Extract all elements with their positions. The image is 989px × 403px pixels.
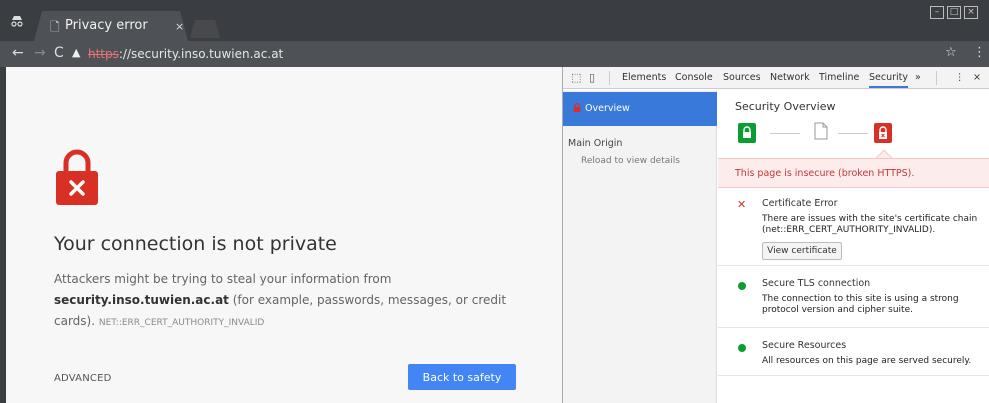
devtools-panel: ⬚ ▯ Elements Console Sources Network Tim…	[562, 67, 989, 403]
sidebar-item-overview[interactable]: Overview	[563, 92, 717, 126]
page-title: Your connection is not private	[54, 233, 337, 255]
tab-network[interactable]: Network	[770, 72, 810, 83]
bookmark-star-icon[interactable]: ☆	[945, 45, 957, 60]
tab-timeline[interactable]: Timeline	[819, 72, 859, 83]
card-title: Secure TLS connection	[762, 278, 871, 289]
host-name: security.inso.tuwien.ac.at	[54, 293, 229, 307]
tab-sources[interactable]: Sources	[723, 72, 761, 83]
incognito-icon	[10, 14, 24, 28]
maximize-icon[interactable]: □	[947, 6, 961, 19]
broken-lock-icon	[56, 149, 98, 205]
document-icon	[814, 122, 828, 140]
device-mode-icon[interactable]: ▯	[589, 71, 595, 84]
error-code: NET::ERR_CERT_AUTHORITY_INVALID	[98, 318, 265, 328]
tab-elements[interactable]: Elements	[622, 72, 666, 83]
secure-lock-icon	[738, 123, 756, 143]
tls-connection-card: Secure TLS connection The connection to …	[718, 266, 989, 328]
insecure-summary: This page is insecure (broken HTTPS).	[718, 158, 989, 188]
secure-dot-icon	[738, 344, 746, 352]
minimize-icon[interactable]: –	[930, 6, 944, 19]
new-tab-button[interactable]	[190, 20, 220, 38]
tab-close-icon[interactable]: ×	[175, 20, 184, 33]
sidebar-item-label: Overview	[585, 103, 630, 114]
back-to-safety-button[interactable]: Back to safety	[408, 364, 516, 390]
menu-dots-icon[interactable]: ⋮	[973, 45, 986, 60]
section-title: Security Overview	[735, 100, 836, 113]
url-text: https://security.inso.tuwien.ac.at	[88, 47, 284, 61]
tab-title: Privacy error	[65, 18, 148, 33]
page-icon: 🗋	[50, 20, 60, 34]
toolbar-divider	[936, 71, 937, 85]
error-x-icon: ✕	[737, 198, 747, 211]
view-certificate-button[interactable]: View certificate	[762, 242, 842, 260]
security-overview: Security Overview This page is insecure …	[718, 90, 989, 403]
inspect-icon[interactable]: ⬚	[571, 71, 581, 84]
secure-resources-card: Secure Resources All resources on this p…	[718, 328, 989, 376]
card-description: There are issues with the site's certifi…	[762, 214, 978, 235]
connector-line	[838, 133, 868, 134]
main-origin-heading: Main Origin	[568, 138, 623, 149]
devtools-close-icon[interactable]: ×	[973, 72, 981, 83]
card-title: Certificate Error	[762, 198, 838, 209]
window-close-icon[interactable]: ×	[964, 6, 978, 19]
insecure-lock-icon	[874, 123, 892, 143]
title-bar: 🗋 Privacy error × – □ ×	[0, 0, 989, 41]
more-tabs-icon[interactable]: »	[915, 72, 921, 83]
advanced-link[interactable]: ADVANCED	[54, 373, 112, 384]
secure-dot-icon	[738, 282, 746, 290]
security-sidebar: Overview Main Origin Reload to view deta…	[563, 90, 717, 403]
devtools-tab-bar: ⬚ ▯ Elements Console Sources Network Tim…	[563, 67, 989, 89]
card-title: Secure Resources	[762, 340, 847, 351]
certificate-error-card: ✕ Certificate Error There are issues wit…	[718, 188, 989, 266]
devtools-menu-icon[interactable]: ⋮	[955, 72, 965, 83]
tab-privacy-error[interactable]: 🗋 Privacy error ×	[34, 11, 188, 41]
browser-toolbar: ← → C ▲ https://security.inso.tuwien.ac.…	[0, 41, 989, 67]
address-bar[interactable]: https://security.inso.tuwien.ac.at	[0, 43, 360, 65]
toolbar-divider	[609, 71, 610, 85]
interstitial-page: Your connection is not private Attackers…	[0, 67, 562, 403]
card-description: All resources on this page are served se…	[762, 356, 972, 366]
card-description: The connection to this site is using a s…	[762, 294, 959, 315]
connector-line	[770, 133, 800, 134]
broken-lock-icon	[573, 103, 581, 112]
tab-console[interactable]: Console	[675, 72, 713, 83]
reload-hint: Reload to view details	[581, 156, 680, 166]
tab-security[interactable]: Security	[869, 72, 909, 88]
warning-description: Attackers might be trying to steal your …	[54, 272, 507, 328]
